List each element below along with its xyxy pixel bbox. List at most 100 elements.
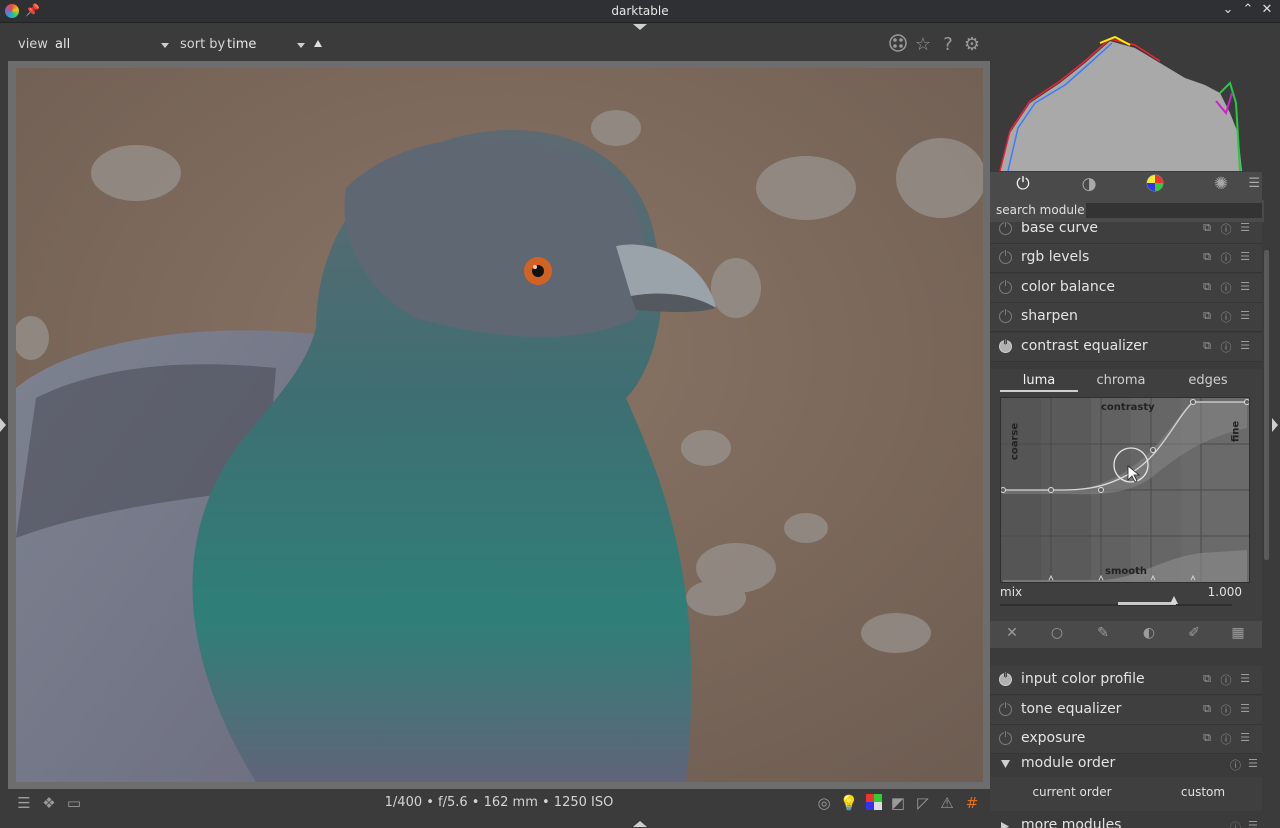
power-icon[interactable] [999,279,1012,294]
presets-icon[interactable]: ☰ [1238,280,1252,293]
drawn-parametric-mask-icon[interactable]: ✐ [1183,625,1205,641]
mix-track[interactable] [1000,604,1232,606]
multi-instance-icon[interactable]: ⧉ [1200,702,1214,716]
clipping-icon[interactable]: ⚠ [937,794,957,812]
power-icon[interactable] [999,671,1012,686]
module-order-header[interactable]: module order ⓘ ☰ [990,751,1262,777]
presets-icon[interactable]: ☰ [1248,819,1258,828]
module-exposure[interactable]: exposure ⧉ ⓘ ☰ [990,725,1262,754]
guides-icon[interactable]: # [962,794,982,812]
module-base-curve[interactable]: base curve ⧉ ⓘ ☰ [990,222,1262,244]
drawn-mask-icon[interactable]: ✎ [1092,625,1114,641]
darkroom-center-view[interactable] [8,61,990,789]
multi-instance-icon[interactable]: ⧉ [1200,250,1214,264]
tab-edges[interactable]: edges [1169,373,1247,388]
color-group-icon[interactable] [1122,174,1188,198]
equalizer-curve-graph[interactable]: contrasty smooth coarse fine [1000,397,1250,583]
sort-select[interactable]: time [227,37,256,52]
focus-peaking-icon[interactable]: ◎ [814,794,834,812]
presets-icon[interactable]: ☰ [1238,339,1252,352]
pigeon-photo[interactable] [16,68,983,782]
histogram[interactable] [990,23,1272,172]
view-select[interactable]: all [55,37,70,52]
star-icon[interactable]: ☆ [912,34,934,55]
tab-luma[interactable]: luma [1000,373,1078,392]
power-icon[interactable] [999,308,1012,323]
toggle-left-panel-arrow[interactable] [0,418,6,432]
mix-handle[interactable] [1170,596,1178,604]
active-modules-icon[interactable]: ⏻ [990,174,1056,198]
module-sharpen[interactable]: sharpen ⧉ ⓘ ☰ [990,303,1262,332]
uniform-mask-icon[interactable]: ○ [1046,625,1068,641]
presets-icon[interactable]: ☰ [1238,250,1252,263]
mix-slider[interactable]: mix 1.000 [1000,585,1252,615]
presets-icon[interactable]: ☰ [1238,672,1252,685]
power-icon[interactable] [999,338,1012,353]
right-panel-scrollbar[interactable] [1264,250,1269,560]
search-module-input[interactable] [1086,203,1262,218]
module-tone-equalizer[interactable]: tone equalizer ⧉ ⓘ ☰ [990,696,1262,725]
multi-instance-icon[interactable]: ⧉ [1200,731,1214,745]
module-color-balance[interactable]: color balance ⧉ ⓘ ☰ [990,274,1262,303]
sort-order-icon[interactable] [314,40,322,47]
presets-icon[interactable]: ☰ [1238,222,1252,234]
reset-icon[interactable]: ⓘ [1219,222,1233,237]
maximize-button[interactable]: ⌃ [1239,2,1257,17]
reset-icon[interactable]: ⓘ [1219,309,1233,325]
presets-icon[interactable]: ☰ [1238,702,1252,715]
parametric-mask-icon[interactable]: ◐ [1138,625,1160,641]
presets-icon[interactable]: ☰ [1248,757,1258,770]
toggle-bottom-panel-arrow[interactable] [633,821,647,827]
sort-dropdown-icon[interactable] [297,43,305,48]
reset-icon[interactable]: ⓘ [1219,702,1233,718]
reset-icon[interactable]: ⓘ [1219,339,1233,355]
presets-icon[interactable]: ☰ [1238,309,1252,322]
mask-off-icon[interactable]: ✕ [1001,625,1023,641]
base-group-icon[interactable]: ◑ [1056,174,1122,198]
view-dropdown-icon[interactable] [161,43,169,48]
module-name: tone equalizer [1021,701,1122,717]
presets-icon[interactable]: ☰ [1238,731,1252,744]
reset-icon[interactable]: ⓘ [1219,731,1233,747]
multi-instance-icon[interactable]: ⧉ [1200,672,1214,686]
raw-overexposed-icon[interactable]: ◸ [913,794,933,812]
gamut-check-icon[interactable]: ◩ [888,794,908,812]
softproof-icon[interactable] [864,794,884,814]
module-contrast-equalizer[interactable]: contrast equalizer ⧉ ⓘ ☰ [990,333,1262,362]
reset-icon[interactable]: ⓘ [1219,250,1233,266]
reset-icon[interactable]: ⓘ [1230,757,1241,773]
custom-order-button[interactable]: custom [1138,785,1262,799]
right-panel: ⏻ ◑ ✺ ☰ search module base curve ⧉ ⓘ ☰ r… [990,23,1272,828]
presets-menu-icon[interactable]: ☰ [1248,176,1260,191]
multi-instance-icon[interactable]: ⧉ [1200,339,1214,353]
grid-icon[interactable] [887,34,909,57]
close-button[interactable]: ✕ [1258,2,1276,17]
gear-icon[interactable]: ⚙ [961,34,983,55]
raster-mask-icon[interactable]: ▦ [1227,625,1249,641]
module-input-color-profile[interactable]: input color profile ⧉ ⓘ ☰ [990,666,1262,695]
power-icon[interactable] [999,701,1012,716]
current-order-button[interactable]: current order [1007,785,1137,799]
sort-label: sort by [180,37,226,52]
toggle-top-panel-arrow[interactable] [633,24,647,30]
power-icon[interactable] [999,249,1012,264]
multi-instance-icon[interactable]: ⧉ [1200,309,1214,323]
reset-icon[interactable]: ⓘ [1219,280,1233,296]
power-icon[interactable] [999,730,1012,745]
reset-icon[interactable]: ⓘ [1219,672,1233,688]
effects-group-icon[interactable]: ✺ [1188,174,1254,198]
multi-instance-icon[interactable]: ⧉ [1200,280,1214,294]
more-modules-header[interactable]: more modules ⓘ ☰ [990,813,1262,828]
toggle-right-panel-arrow[interactable] [1272,418,1278,432]
power-icon[interactable] [999,222,1012,235]
help-icon[interactable]: ? [937,34,959,55]
module-rgb-levels[interactable]: rgb levels ⧉ ⓘ ☰ [990,244,1262,273]
collapse-icon[interactable] [1001,760,1010,768]
tab-chroma[interactable]: chroma [1082,373,1160,388]
minimize-button[interactable]: ⌄ [1219,2,1237,17]
expand-icon[interactable] [1001,822,1009,828]
multi-instance-icon[interactable]: ⧉ [1200,222,1214,235]
iso12646-icon[interactable]: 💡 [839,794,859,812]
module-name: rgb levels [1021,249,1090,265]
reset-icon[interactable]: ⓘ [1230,819,1241,828]
